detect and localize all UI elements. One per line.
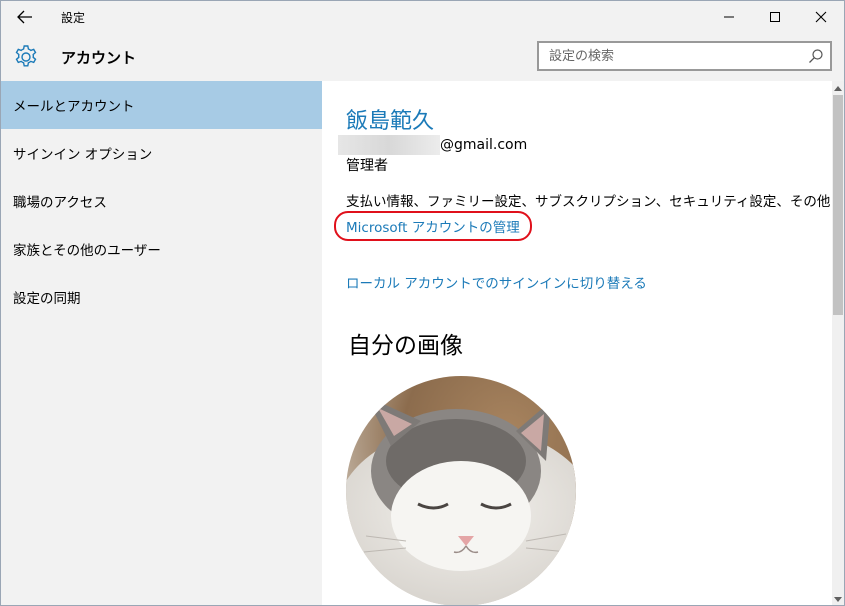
close-icon (815, 11, 827, 23)
billing-description: 支払い情報、ファミリー設定、サブスクリプション、セキュリティ設定、その他 (346, 194, 831, 210)
sidebar-item-label: メールとアカウント (13, 99, 135, 115)
title-bar: 設定 (1, 1, 844, 33)
email-address: @gmail.com (440, 137, 528, 153)
account-content: 飯島範久 @gmail.com 管理者 支払い情報、ファミリー設定、サブスクリプ… (322, 81, 832, 605)
window-title: 設定 (61, 11, 86, 25)
avatar (346, 376, 576, 605)
scroll-down-button[interactable] (832, 593, 844, 605)
sidebar-item-label: 家族とその他のユーザー (13, 243, 161, 259)
close-button[interactable] (798, 1, 844, 33)
maximize-button[interactable] (752, 1, 798, 33)
sidebar: メールとアカウント サインイン オプション 職場のアクセス 家族とその他のユーザ… (1, 81, 322, 605)
user-name: 飯島範久 (346, 109, 435, 134)
settings-window: 設定 アカウント 設定の検索 メールとアカウント サインイン オプション 職場の… (0, 0, 845, 606)
chevron-up-icon (834, 86, 842, 91)
content-scrollbar[interactable] (832, 81, 844, 605)
profile-picture-heading: 自分の画像 (348, 333, 463, 359)
back-button[interactable] (9, 3, 41, 31)
scroll-thumb[interactable] (833, 95, 843, 315)
sidebar-item-label: 設定の同期 (13, 291, 81, 307)
switch-to-local-account-link[interactable]: ローカル アカウントでのサインインに切り替える (346, 272, 647, 292)
cat-photo (346, 376, 576, 605)
search-box[interactable] (537, 41, 832, 71)
scroll-up-button[interactable] (832, 81, 844, 95)
page-header: アカウント (1, 33, 844, 81)
sidebar-item-family-users[interactable]: 家族とその他のユーザー (1, 225, 322, 273)
search-icon[interactable] (808, 48, 824, 64)
minimize-icon (724, 16, 734, 18)
manage-microsoft-account-link[interactable]: Microsoft アカウントの管理 (334, 211, 532, 241)
maximize-icon (770, 12, 780, 22)
email-row: @gmail.com (338, 135, 527, 155)
search-input[interactable] (539, 43, 799, 69)
sidebar-item-work-access[interactable]: 職場のアクセス (1, 177, 322, 225)
chevron-down-icon (834, 597, 842, 602)
manage-link-label: Microsoft アカウントの管理 (346, 220, 520, 236)
sidebar-item-email-accounts[interactable]: メールとアカウント (1, 81, 322, 129)
page-title: アカウント (61, 49, 137, 67)
sidebar-item-label: サインイン オプション (13, 147, 153, 163)
sidebar-item-label: 職場のアクセス (13, 195, 107, 211)
account-role: 管理者 (346, 158, 388, 174)
email-redaction (338, 135, 440, 155)
gear-icon (15, 45, 37, 67)
sidebar-item-sync-settings[interactable]: 設定の同期 (1, 273, 322, 321)
minimize-button[interactable] (706, 1, 752, 33)
back-arrow-icon (17, 10, 32, 24)
sidebar-item-signin-options[interactable]: サインイン オプション (1, 129, 322, 177)
